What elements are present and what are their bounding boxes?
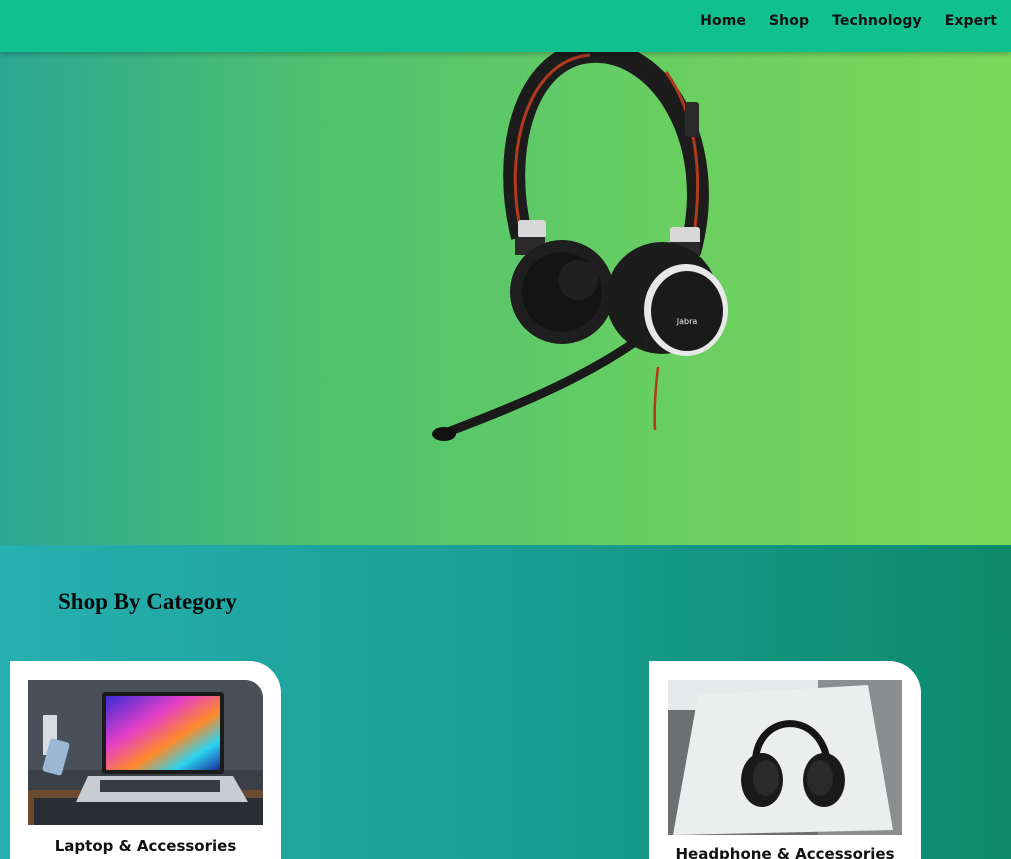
nav-home-link[interactable]: Home xyxy=(700,13,746,29)
laptop-thumbnail xyxy=(28,680,263,825)
nav-expert-link[interactable]: Expert xyxy=(945,13,997,29)
category-label: Laptop & Accessories xyxy=(54,837,237,855)
top-navbar: Home Shop Technology Expert xyxy=(0,0,1011,52)
laptop-image xyxy=(28,680,263,825)
section-title: Shop By Category xyxy=(58,589,237,614)
main-nav: Home Shop Technology Expert xyxy=(700,13,997,29)
jabra-logo: Jabra xyxy=(676,317,698,326)
headset-product-image: Jabra xyxy=(432,52,728,441)
shop-by-category-section: Shop By Category Laptop & Accessories He… xyxy=(0,545,1011,859)
headphone-image xyxy=(668,680,902,835)
category-label: Headphone & Accessories xyxy=(675,845,895,859)
category-card-laptop[interactable]: Laptop & Accessories xyxy=(10,661,281,859)
nav-technology-link[interactable]: Technology xyxy=(832,13,922,29)
nav-shop-link[interactable]: Shop xyxy=(769,13,809,29)
headphone-thumbnail xyxy=(668,680,902,835)
category-card-headphone[interactable]: Headphone & Accessories xyxy=(649,661,921,859)
hero-banner: Jabra xyxy=(0,52,1011,545)
